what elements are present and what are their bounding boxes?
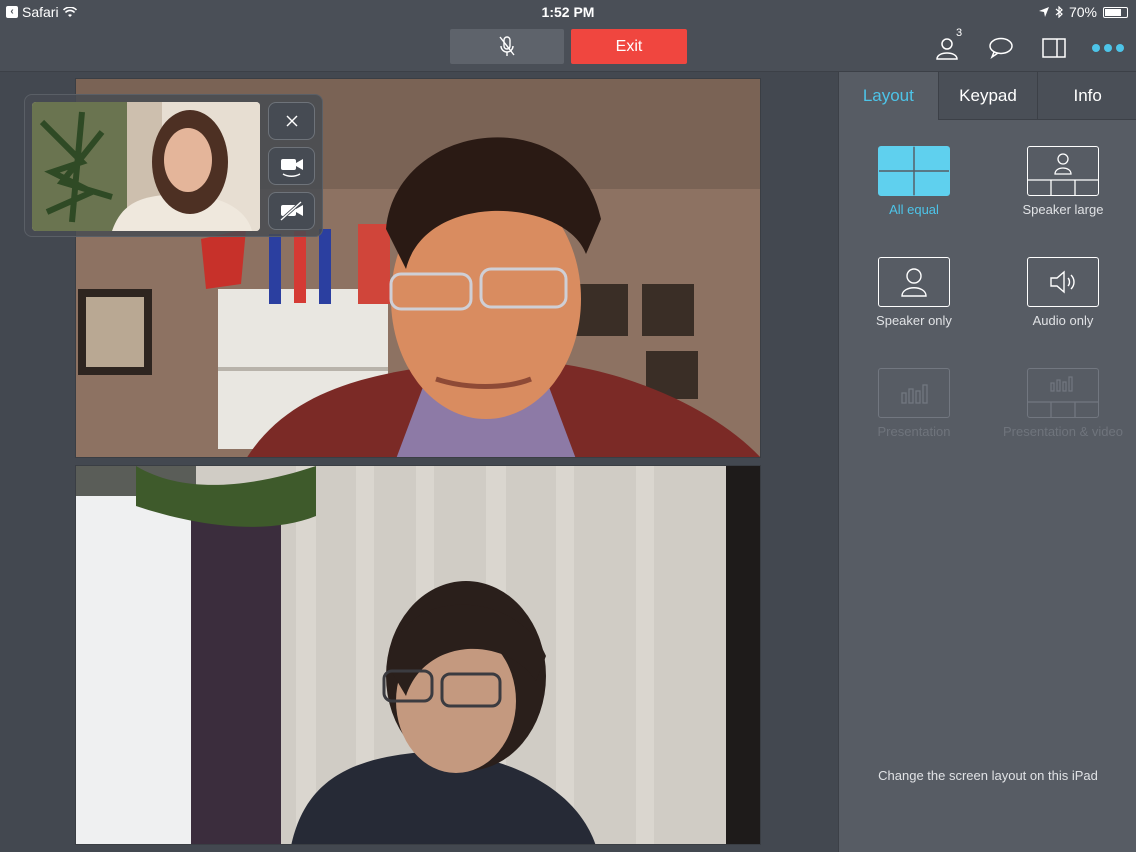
speaker-only-icon <box>878 257 950 307</box>
layout-hint-text: Change the screen layout on this iPad <box>878 768 1098 783</box>
participant-video-2[interactable] <box>75 465 761 845</box>
sidebar-icon <box>1042 38 1066 58</box>
layout-label: Presentation <box>877 424 951 439</box>
layout-audio-only[interactable]: Audio only <box>988 257 1136 328</box>
tab-layout[interactable]: Layout <box>839 72 938 120</box>
self-scene <box>32 102 260 231</box>
presentation-video-icon <box>1027 368 1099 418</box>
layout-presentation-video: Presentation & video <box>988 368 1136 439</box>
call-toolbar: Exit 3 <box>0 24 1136 72</box>
grid-layout-icon <box>878 146 950 196</box>
close-self-view-button[interactable] <box>268 102 315 140</box>
layout-label: Speaker only <box>876 313 952 328</box>
status-right: 70% <box>1038 4 1128 20</box>
layout-label: Presentation & video <box>1003 424 1123 439</box>
participant-2-scene <box>76 466 760 844</box>
participants-icon <box>936 38 958 60</box>
tab-keypad[interactable]: Keypad <box>937 72 1038 120</box>
panel-tabs: Layout Keypad Info <box>839 72 1136 120</box>
battery-percent: 70% <box>1068 4 1097 20</box>
clock: 1:52 PM <box>541 4 595 20</box>
layout-all-equal[interactable]: All equal <box>839 146 989 217</box>
speaker-volume-icon <box>1027 257 1099 307</box>
sidebar-toggle-button[interactable] <box>1040 34 1068 62</box>
speaker-large-icon <box>1027 146 1099 196</box>
chat-button[interactable] <box>987 34 1015 62</box>
layout-speaker-large[interactable]: Speaker large <box>988 146 1136 217</box>
self-view[interactable] <box>24 94 323 237</box>
side-panel: Layout Keypad Info All equal Speaker lar… <box>838 72 1136 852</box>
exit-button[interactable]: Exit <box>571 29 687 64</box>
more-dots-icon <box>1092 44 1124 52</box>
more-options-button[interactable] <box>1090 34 1126 62</box>
switch-camera-button[interactable] <box>268 147 315 185</box>
microphone-muted-icon <box>499 35 515 56</box>
switch-camera-icon <box>280 159 303 177</box>
close-icon <box>286 115 297 127</box>
chat-bubble-icon <box>989 37 1013 59</box>
layout-speaker-only[interactable]: Speaker only <box>839 257 989 328</box>
layout-label: All equal <box>889 202 939 217</box>
tab-info[interactable]: Info <box>1037 72 1136 120</box>
participants-count-badge: 3 <box>956 27 963 39</box>
layout-label: Speaker large <box>1022 202 1104 217</box>
camera-off-button[interactable] <box>268 192 315 230</box>
layout-label: Audio only <box>1032 313 1094 328</box>
battery-icon <box>1103 6 1128 18</box>
bluetooth-icon <box>1055 6 1063 18</box>
self-video <box>32 102 260 231</box>
location-icon <box>1038 7 1049 17</box>
status-bar: ‹ Safari 1:52 PM 70% <box>0 0 1136 24</box>
camera-off-icon <box>279 200 303 222</box>
presentation-chart-icon <box>878 368 950 418</box>
mute-button[interactable] <box>450 29 564 64</box>
layout-presentation: Presentation <box>839 368 989 439</box>
